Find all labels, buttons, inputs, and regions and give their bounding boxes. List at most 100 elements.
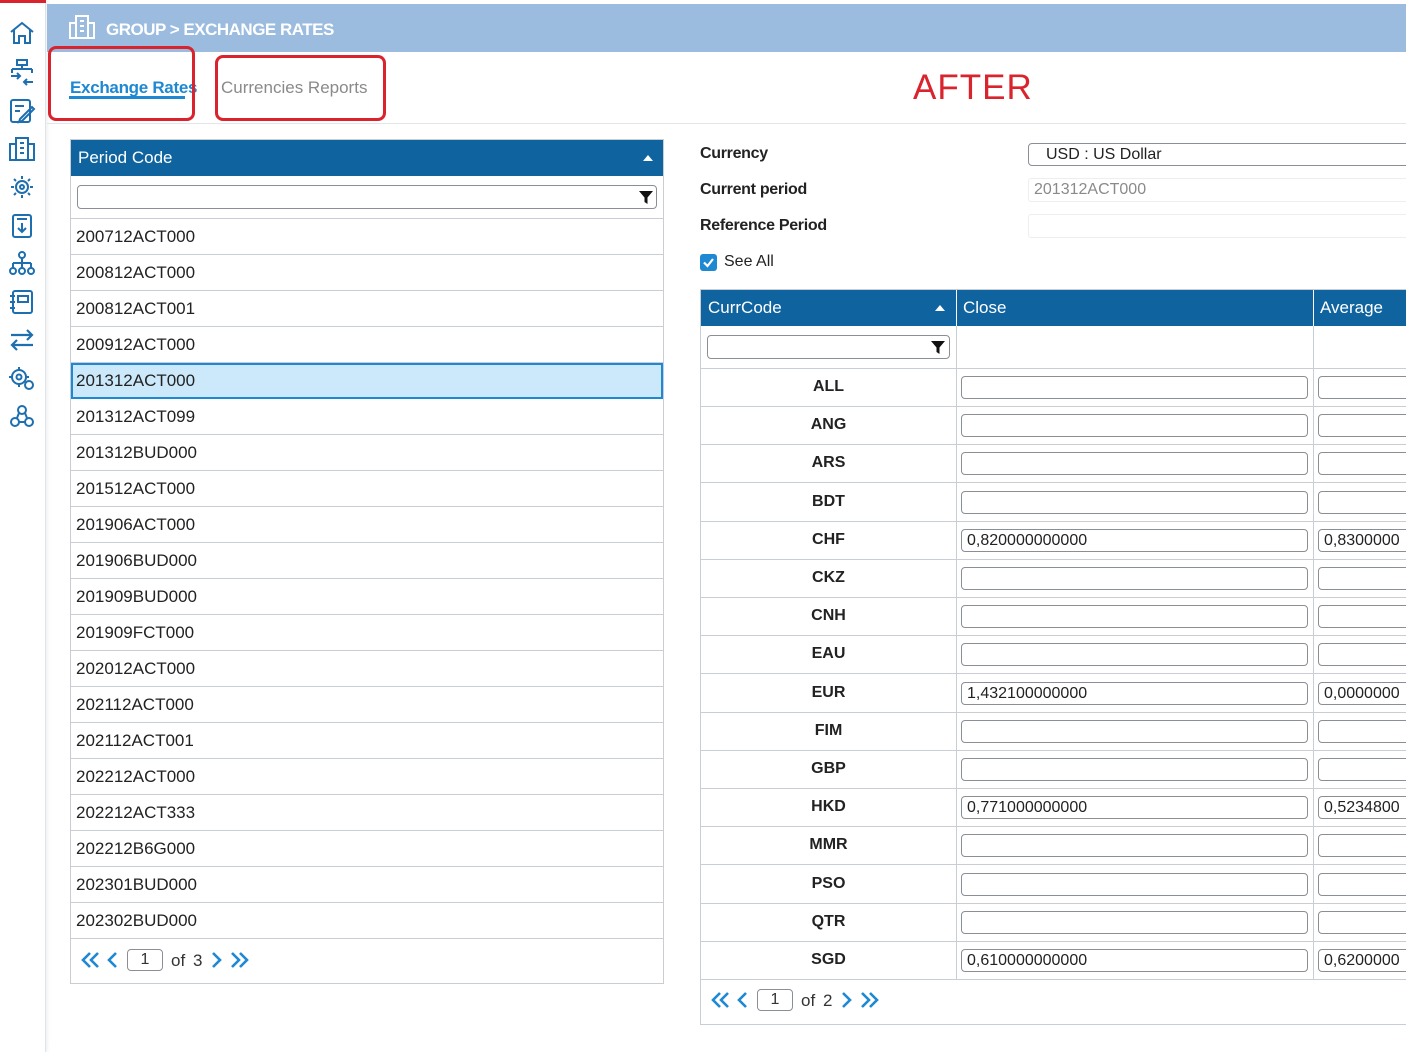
period-code-header[interactable]: Period Code — [71, 140, 663, 176]
average-rate-input[interactable] — [1318, 872, 1406, 896]
close-rate-input[interactable] — [961, 872, 1308, 896]
period-row[interactable]: 201906ACT000 — [71, 507, 663, 543]
pager-of-label: of — [801, 991, 816, 1010]
average-rate-input[interactable]: 0,5234800 — [1318, 796, 1406, 820]
download-doc-icon[interactable] — [8, 212, 36, 240]
period-row[interactable]: 202112ACT001 — [71, 723, 663, 759]
currency-select[interactable]: USD : US Dollar — [1028, 143, 1406, 166]
period-row[interactable]: 202212B6G000 — [71, 831, 663, 867]
last-page-icon[interactable] — [859, 991, 879, 1009]
prev-page-icon[interactable] — [106, 951, 118, 969]
close-rate-input[interactable]: 0,771000000000 — [961, 796, 1308, 820]
close-rate-input[interactable]: 0,820000000000 — [961, 528, 1308, 552]
period-row[interactable]: 202012ACT000 — [71, 651, 663, 687]
period-code-cell: 202212ACT000 — [76, 767, 196, 786]
rate-row: SGD 0,610000000000 0,6200000 — [701, 942, 1406, 980]
currcode-cell: GBP — [811, 760, 846, 777]
close-rate-input[interactable] — [961, 605, 1308, 629]
filter-icon[interactable] — [639, 191, 653, 205]
period-code-cell: 200912ACT000 — [76, 335, 196, 354]
rate-row: HKD 0,771000000000 0,5234800 — [701, 789, 1406, 828]
average-rate-input[interactable] — [1318, 567, 1406, 590]
close-rate-input[interactable] — [961, 567, 1308, 590]
average-rate-input[interactable] — [1318, 719, 1406, 743]
last-page-icon[interactable] — [229, 951, 249, 969]
average-rate-input[interactable] — [1318, 452, 1406, 476]
period-code-filter-row — [71, 176, 663, 219]
network-users-icon[interactable] — [8, 403, 36, 431]
filter-icon[interactable] — [931, 341, 945, 355]
close-rate-input[interactable] — [961, 834, 1308, 858]
close-rate-input[interactable] — [961, 910, 1308, 934]
breadcrumb: GROUP > EXCHANGE RATES — [106, 20, 334, 39]
average-rate-input[interactable]: 0,0000000 — [1318, 681, 1406, 705]
period-row[interactable]: 202112ACT000 — [71, 687, 663, 723]
building-icon[interactable] — [8, 135, 36, 163]
close-rate-input[interactable] — [961, 719, 1308, 743]
period-row[interactable]: 201312ACT099 — [71, 399, 663, 435]
column-header-currcode[interactable]: CurrCode — [708, 298, 782, 318]
period-code-cell: 201512ACT000 — [76, 479, 196, 498]
average-rate-input[interactable] — [1318, 605, 1406, 629]
average-rate-input[interactable] — [1318, 490, 1406, 514]
period-row[interactable]: 200812ACT000 — [71, 255, 663, 291]
notebook-icon[interactable] — [8, 288, 36, 316]
period-row[interactable]: 202302BUD000 — [71, 903, 663, 939]
currcode-filter-input[interactable] — [707, 335, 950, 359]
sort-ascending-icon[interactable] — [935, 305, 945, 311]
sort-ascending-icon[interactable] — [643, 155, 653, 161]
first-page-icon[interactable] — [711, 991, 731, 1009]
period-row[interactable]: 201312ACT000 — [71, 363, 663, 399]
period-row[interactable]: 200812ACT001 — [71, 291, 663, 327]
column-header-average[interactable]: Average — [1320, 298, 1383, 318]
page-number-input[interactable]: 1 — [757, 989, 793, 1011]
next-page-icon[interactable] — [841, 991, 853, 1009]
period-code-cell: 201312ACT000 — [76, 371, 196, 390]
building-icon — [69, 14, 95, 40]
close-rate-input[interactable]: 0,610000000000 — [961, 949, 1308, 972]
average-rate-input[interactable]: 0,8300000 — [1318, 528, 1406, 552]
period-row[interactable]: 201312BUD000 — [71, 435, 663, 471]
hierarchy-transfer-icon[interactable] — [8, 58, 36, 86]
next-page-icon[interactable] — [211, 951, 223, 969]
period-row[interactable]: 201512ACT000 — [71, 471, 663, 507]
close-rate-input[interactable] — [961, 643, 1308, 667]
close-rate-input[interactable] — [961, 376, 1308, 399]
org-chart-icon[interactable] — [8, 250, 36, 278]
edit-sheet-icon[interactable] — [8, 97, 36, 125]
highlight-box-exchange-rates — [48, 46, 195, 121]
page-number-input[interactable]: 1 — [127, 949, 163, 971]
close-rate-input[interactable] — [961, 414, 1308, 438]
period-code-filter-input[interactable] — [77, 185, 657, 209]
see-all-label[interactable]: See All — [724, 253, 774, 271]
average-rate-input[interactable] — [1318, 910, 1406, 934]
average-rate-input[interactable] — [1318, 643, 1406, 667]
period-row[interactable]: 202301BUD000 — [71, 867, 663, 903]
period-row[interactable]: 200712ACT000 — [71, 219, 663, 255]
gear-cluster-icon[interactable] — [8, 173, 36, 201]
average-rate-input[interactable] — [1318, 758, 1406, 781]
close-rate-input[interactable]: 1,432100000000 — [961, 681, 1308, 705]
period-row[interactable]: 201909BUD000 — [71, 579, 663, 615]
settings-gears-icon[interactable] — [8, 364, 36, 392]
exchange-arrows-icon[interactable] — [8, 326, 36, 354]
average-rate-input[interactable]: 0,6200000 — [1318, 949, 1406, 972]
see-all-checkbox[interactable] — [700, 254, 717, 271]
period-row[interactable]: 201906BUD000 — [71, 543, 663, 579]
average-rate-input[interactable] — [1318, 414, 1406, 438]
period-row[interactable]: 201909FCT000 — [71, 615, 663, 651]
column-header-close[interactable]: Close — [963, 298, 1006, 318]
first-page-icon[interactable] — [81, 951, 101, 969]
home-icon[interactable] — [8, 19, 36, 47]
average-rate-input[interactable] — [1318, 834, 1406, 858]
period-row[interactable]: 202212ACT333 — [71, 795, 663, 831]
close-rate-input[interactable] — [961, 490, 1308, 514]
reference-period-field[interactable] — [1028, 214, 1406, 238]
currcode-cell: CKZ — [812, 569, 845, 586]
close-rate-input[interactable] — [961, 758, 1308, 781]
period-row[interactable]: 200912ACT000 — [71, 327, 663, 363]
prev-page-icon[interactable] — [736, 991, 748, 1009]
period-row[interactable]: 202212ACT000 — [71, 759, 663, 795]
average-rate-input[interactable] — [1318, 376, 1406, 399]
close-rate-input[interactable] — [961, 452, 1308, 476]
